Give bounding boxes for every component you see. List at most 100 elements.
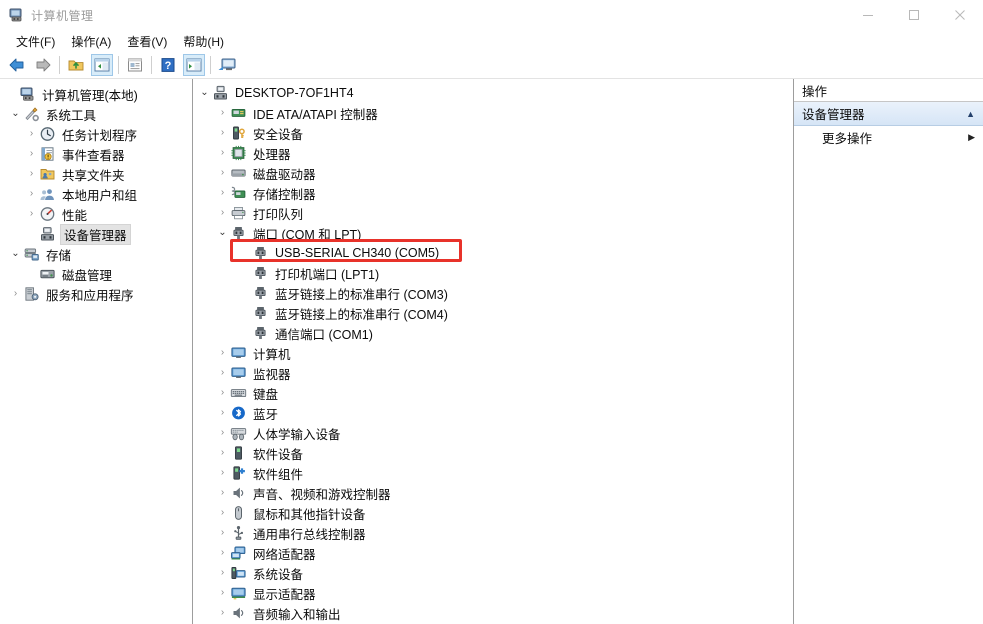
actions-section-device-manager[interactable]: 设备管理器 ▲ xyxy=(794,102,983,126)
menu-help[interactable]: 帮助(H) xyxy=(175,31,232,52)
device-node-disk-drive[interactable]: › 磁盘驱动器 xyxy=(193,163,793,183)
device-node-bluetooth[interactable]: › 蓝牙 xyxy=(193,403,793,423)
device-node-ports[interactable]: ⌄ 端口 (COM 和 LPT) xyxy=(193,223,793,243)
tree-item-disk-management[interactable]: 磁盘管理 xyxy=(0,264,192,284)
window-controls xyxy=(845,0,983,30)
chevron-right-icon[interactable]: › xyxy=(24,129,39,139)
tree-item-event-viewer[interactable]: › 事件查看器 xyxy=(0,144,192,164)
device-node-bluetooth-serial-com3[interactable]: 蓝牙链接上的标准串行 (COM3) xyxy=(193,283,793,303)
chevron-right-icon[interactable]: › xyxy=(215,588,230,598)
device-node-software-components[interactable]: › 软件组件 xyxy=(193,463,793,483)
forward-arrow-icon[interactable] xyxy=(32,54,54,76)
device-node-storage-controller[interactable]: › 存储控制器 xyxy=(193,183,793,203)
chevron-right-icon[interactable]: › xyxy=(215,448,230,458)
device-node-system-devices[interactable]: › 系统设备 xyxy=(193,563,793,583)
device-node-label: IDE ATA/ATAPI 控制器 xyxy=(253,107,378,122)
device-node-usb-serial-ch340[interactable]: USB-SERIAL CH340 (COM5) xyxy=(193,243,793,263)
chevron-right-icon[interactable]: › xyxy=(215,148,230,158)
device-node-software-devices[interactable]: › 软件设备 xyxy=(193,443,793,463)
chevron-right-icon[interactable]: › xyxy=(215,188,230,198)
device-node-computer[interactable]: ⌄ DESKTOP-7OF1HT4 xyxy=(193,83,793,103)
action-item-more-actions[interactable]: 更多操作 ▶ xyxy=(794,126,983,148)
device-node-network-adapters[interactable]: › 网络适配器 xyxy=(193,543,793,563)
chevron-right-icon[interactable]: › xyxy=(215,348,230,358)
show-tree-icon[interactable] xyxy=(91,54,113,76)
device-node-usb-controllers[interactable]: › 通用串行总线控制器 xyxy=(193,523,793,543)
device-node-security-device[interactable]: › 安全设备 xyxy=(193,123,793,143)
tree-item-services-applications[interactable]: › 服务和应用程序 xyxy=(0,284,192,304)
menu-file[interactable]: 文件(F) xyxy=(8,31,63,52)
device-node-ide-controller[interactable]: › IDE ATA/ATAPI 控制器 xyxy=(193,103,793,123)
device-node-monitors[interactable]: › 监视器 xyxy=(193,363,793,383)
chevron-down-icon[interactable]: ⌄ xyxy=(197,88,212,98)
menu-view[interactable]: 查看(V) xyxy=(119,31,175,52)
device-node-label: 打印队列 xyxy=(253,207,304,222)
device-node-display-adapters[interactable]: › 显示适配器 xyxy=(193,583,793,603)
chevron-right-icon[interactable]: › xyxy=(24,209,39,219)
chevron-right-icon[interactable]: › xyxy=(215,508,230,518)
sidebar-item-device-manager[interactable]: 设备管理器 xyxy=(0,223,192,245)
tree-item-local-users-groups[interactable]: › 本地用户和组 xyxy=(0,184,192,204)
tree-item-storage[interactable]: ⌄ 存储 xyxy=(0,244,192,264)
chevron-right-icon[interactable]: › xyxy=(215,548,230,558)
chevron-right-icon[interactable]: › xyxy=(215,428,230,438)
device-node-mice-pointing-devices[interactable]: › 鼠标和其他指针设备 xyxy=(193,503,793,523)
chevron-down-icon[interactable]: ⌄ xyxy=(215,228,230,238)
tree-item-system-tools[interactable]: ⌄ 系统工具 xyxy=(0,104,192,124)
device-node-printer-port-lpt1[interactable]: 打印机端口 (LPT1) xyxy=(193,263,793,283)
tree-item-shared-folders[interactable]: › 共享文件夹 xyxy=(0,164,192,184)
chevron-right-icon[interactable]: › xyxy=(215,528,230,538)
chevron-right-icon[interactable]: › xyxy=(215,608,230,618)
chevron-right-icon[interactable]: › xyxy=(215,208,230,218)
device-node-sound-video-game-controllers[interactable]: › 声音、视频和游戏控制器 xyxy=(193,483,793,503)
performance-icon xyxy=(39,206,56,222)
chevron-right-icon[interactable]: › xyxy=(215,468,230,478)
device-node-computer-category[interactable]: › 计算机 xyxy=(193,343,793,363)
device-node-print-queue[interactable]: › 打印队列 xyxy=(193,203,793,223)
tree-item-label: 计算机管理(本地) xyxy=(42,88,138,103)
chevron-right-icon[interactable]: › xyxy=(8,289,23,299)
up-folder-icon[interactable] xyxy=(65,54,87,76)
device-node-communications-port-com1[interactable]: 通信端口 (COM1) xyxy=(193,323,793,343)
device-node-hid[interactable]: › 人体学输入设备 xyxy=(193,423,793,443)
chevron-right-icon[interactable]: › xyxy=(215,168,230,178)
chevron-right-icon[interactable]: › xyxy=(215,368,230,378)
chevron-right-icon[interactable]: › xyxy=(24,149,39,159)
device-node-audio-inputs-outputs[interactable]: › 音频输入和输出 xyxy=(193,603,793,623)
maximize-button[interactable] xyxy=(891,0,937,30)
device-node-processor[interactable]: › 处理器 xyxy=(193,143,793,163)
tools-icon xyxy=(23,106,40,122)
device-tree-pane[interactable]: ⌄ DESKTOP-7OF1HT4 › IDE ATA/ATAPI 控制器 › … xyxy=(193,79,794,624)
ide-controller-icon xyxy=(230,105,247,121)
console-icon[interactable] xyxy=(216,54,238,76)
port-icon xyxy=(252,265,269,281)
chevron-right-icon[interactable]: › xyxy=(215,108,230,118)
chevron-right-icon[interactable]: › xyxy=(215,408,230,418)
chevron-right-icon[interactable]: › xyxy=(215,488,230,498)
chevron-right-icon[interactable]: › xyxy=(215,568,230,578)
device-node-label: 存储控制器 xyxy=(253,187,316,202)
chevron-right-icon[interactable]: › xyxy=(24,189,39,199)
chevron-down-icon[interactable]: ⌄ xyxy=(8,109,23,119)
menu-action[interactable]: 操作(A) xyxy=(63,31,119,52)
chevron-right-icon[interactable]: › xyxy=(24,169,39,179)
tree-item-computer-management[interactable]: 计算机管理(本地) xyxy=(0,84,192,104)
properties-icon[interactable] xyxy=(124,54,146,76)
device-node-keyboards[interactable]: › 键盘 xyxy=(193,383,793,403)
device-node-label: 音频输入和输出 xyxy=(253,607,341,622)
chevron-down-icon[interactable]: ⌄ xyxy=(8,249,23,259)
chevron-right-icon[interactable]: › xyxy=(215,388,230,398)
device-node-bluetooth-serial-com4[interactable]: 蓝牙链接上的标准串行 (COM4) xyxy=(193,303,793,323)
chevron-right-icon[interactable]: › xyxy=(215,128,230,138)
back-arrow-icon[interactable] xyxy=(6,54,28,76)
help-icon[interactable]: ? xyxy=(157,54,179,76)
console-tree-pane[interactable]: 计算机管理(本地) ⌄ 系统工具 › 任务计划程序 › 事件查看器 › 共享文件… xyxy=(0,79,193,624)
collapse-triangle-icon[interactable]: ▲ xyxy=(966,109,975,119)
tree-item-performance[interactable]: › 性能 xyxy=(0,204,192,224)
actions-pane: 操作 设备管理器 ▲ 更多操作 ▶ xyxy=(794,79,983,624)
toolbar-separator xyxy=(151,56,152,74)
show-action-pane-icon[interactable] xyxy=(183,54,205,76)
tree-item-task-scheduler[interactable]: › 任务计划程序 xyxy=(0,124,192,144)
minimize-button[interactable] xyxy=(845,0,891,30)
close-button[interactable] xyxy=(937,0,983,30)
